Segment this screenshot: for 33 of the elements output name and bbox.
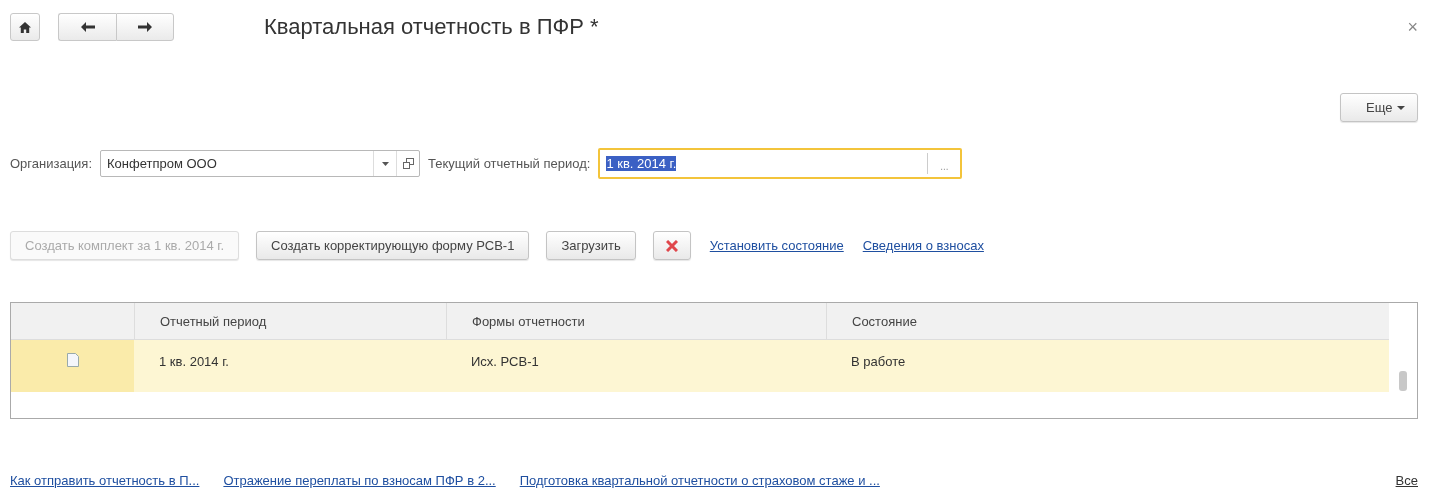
- table-cell: В работе: [851, 354, 906, 369]
- delete-icon: [665, 239, 678, 252]
- column-header[interactable]: Состояние: [826, 303, 1389, 339]
- back-button[interactable]: [58, 13, 116, 41]
- dropdown-icon: [381, 161, 389, 166]
- window-title: Квартальная отчетность в ПФР *: [264, 14, 600, 40]
- home-icon: [19, 21, 31, 33]
- help-link[interactable]: Подготовка квартальной отчетности о страховом стаже и ...: [519, 473, 880, 488]
- home-button[interactable]: [10, 13, 40, 41]
- all-link[interactable]: Все: [1395, 473, 1418, 488]
- table-cell: Исх. РСВ-1: [471, 354, 539, 369]
- help-link[interactable]: Отражение переплаты по взносам ПФР в 2...: [223, 473, 496, 488]
- more-button[interactable]: Еще: [1340, 93, 1418, 122]
- close-button[interactable]: ×: [1407, 16, 1418, 38]
- help-link[interactable]: Как отправить отчетность в П...: [10, 473, 200, 488]
- forward-button[interactable]: [116, 13, 174, 41]
- table-row[interactable]: 1 кв. 2014 г. Исх. РСВ-1 В работе: [11, 340, 1389, 392]
- left-arrow-icon: [80, 22, 95, 32]
- delete-button[interactable]: [652, 231, 691, 260]
- table-cell: 1 кв. 2014 г.: [159, 354, 229, 369]
- organization-field[interactable]: Конфетпром ООО: [100, 150, 421, 177]
- column-header[interactable]: Отчетный период: [134, 303, 446, 339]
- column-header[interactable]: Формы отчетности: [446, 303, 826, 339]
- document-icon: [66, 353, 79, 367]
- period-label: Текущий отчетный период:: [428, 156, 591, 171]
- toolbar-button[interactable]: Создать корректирующую форму РСВ-1: [256, 231, 530, 260]
- right-arrow-icon: [138, 22, 152, 32]
- period-field[interactable]: 1 кв. 2014 г. ...: [598, 148, 963, 179]
- action-link[interactable]: Установить состояние: [709, 238, 844, 253]
- open-window-icon: [402, 158, 414, 169]
- organization-label: Организация:: [10, 156, 93, 171]
- action-link[interactable]: Сведения о взносах: [862, 238, 984, 253]
- toolbar-button[interactable]: Загрузить: [546, 231, 636, 260]
